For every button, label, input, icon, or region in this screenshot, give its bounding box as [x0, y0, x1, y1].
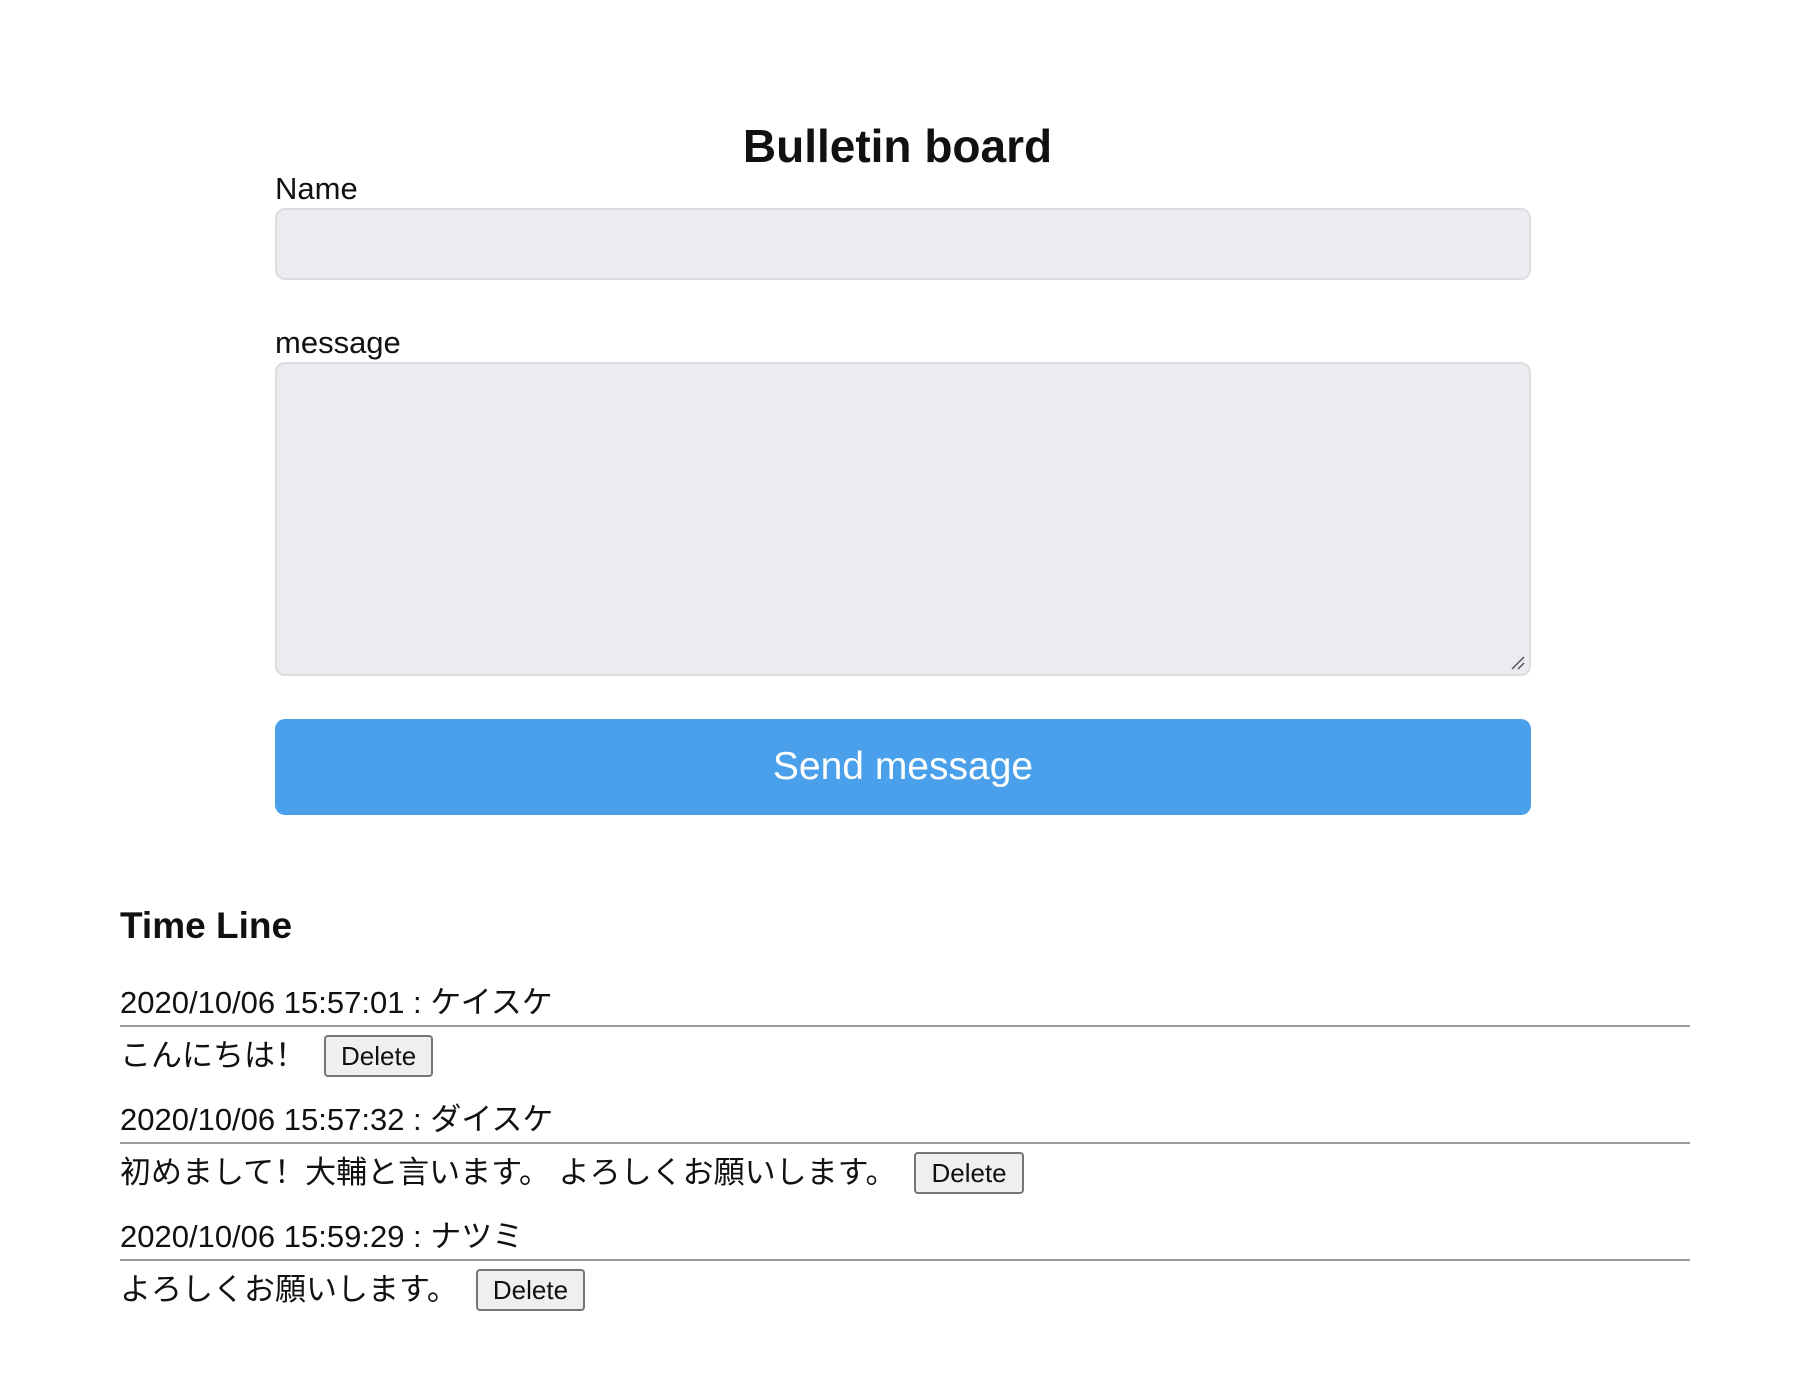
timeline-post: 2020/10/06 15:57:01 : ケイスケ こんにちは！ Delete [120, 984, 1690, 1101]
post-body: 初めまして！大輔と言います。 よろしくお願いします。 Delete [120, 1152, 1690, 1194]
timeline-post: 2020/10/06 15:57:32 : ダイスケ 初めまして！大輔と言います… [120, 1101, 1690, 1218]
timeline: Time Line 2020/10/06 15:57:01 : ケイスケ こんに… [120, 902, 1690, 1335]
resize-handle-icon[interactable] [1509, 654, 1525, 670]
post-body: よろしくお願いします。 Delete [120, 1269, 1690, 1311]
post-body: こんにちは！ Delete [120, 1035, 1690, 1077]
message-label: message [275, 325, 401, 360]
send-message-button[interactable]: Send message [275, 719, 1531, 815]
timeline-post: 2020/10/06 15:59:29 : ナツミ よろしくお願いします。 De… [120, 1218, 1690, 1335]
name-label: Name [275, 171, 358, 206]
page-title: Bulletin board [742, 119, 1053, 172]
name-input[interactable] [275, 208, 1531, 280]
message-textarea[interactable] [275, 362, 1531, 676]
post-message: こんにちは！ [120, 1038, 306, 1073]
post-message: 初めまして！大輔と言います。 よろしくお願いします。 [120, 1155, 897, 1190]
message-area-wrapper [275, 362, 1531, 676]
delete-button[interactable]: Delete [324, 1035, 434, 1077]
timeline-heading: Time Line [120, 905, 293, 946]
post-header: 2020/10/06 15:57:32 : ダイスケ [120, 1101, 1690, 1144]
post-message: よろしくお願いします。 [120, 1272, 458, 1307]
post-header: 2020/10/06 15:57:01 : ケイスケ [120, 984, 1690, 1027]
delete-button[interactable]: Delete [914, 1152, 1024, 1194]
post-header: 2020/10/06 15:59:29 : ナツミ [120, 1218, 1690, 1261]
message-form: Name message Send message [275, 170, 1531, 815]
delete-button[interactable]: Delete [475, 1269, 586, 1311]
